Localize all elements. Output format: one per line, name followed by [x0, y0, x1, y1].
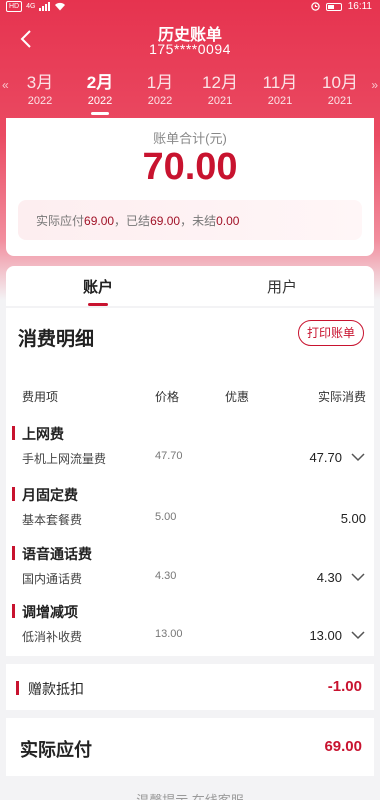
fee-actual: 13.00: [309, 628, 342, 643]
network-gen: 4G: [26, 3, 36, 10]
payable-label: 实际应付: [20, 740, 92, 760]
footer-links[interactable]: 温馨提示 在线客服: [0, 790, 380, 800]
details-title: 消费明细: [18, 329, 95, 350]
bill-summary-card: 账单合计(元) 70.00 实际应付69.00，已结69.00，未结0.00: [6, 118, 374, 256]
fee-item: 基本套餐费: [22, 513, 83, 527]
total-amount: 70.00: [142, 146, 238, 188]
fee-price: 13.00: [155, 628, 183, 640]
month-tab-active[interactable]: 2月 2022: [70, 68, 130, 115]
month-tab[interactable]: 3月 2022: [10, 68, 70, 107]
header: 历史账单 175****0094: [0, 18, 380, 62]
tab-indicator: [88, 303, 108, 306]
column-header-price: 价格: [155, 390, 180, 404]
fee-actual: 5.00: [340, 511, 366, 526]
total-label: 账单合计(元): [153, 131, 227, 146]
column-header-actual: 实际消费: [317, 390, 366, 404]
group-name: 月固定费: [22, 487, 78, 503]
group-name: 语音通话费: [22, 546, 92, 562]
tab-account[interactable]: 账户: [6, 276, 190, 297]
gift-deduction-row: 赠款抵扣 -1.00: [6, 664, 374, 710]
chevron-down-icon[interactable]: [350, 450, 366, 464]
fee-group: 调增减项 低消补收费 13.00 13.00: [6, 598, 374, 656]
battery-icon: [325, 2, 342, 11]
month-tab[interactable]: 1月 2022: [130, 68, 190, 107]
scroll-right-icon[interactable]: »: [371, 78, 378, 92]
month-tab[interactable]: 11月 2021: [250, 68, 310, 107]
month-selector: « 3月 2022 2月 2022 1月 2022 12月 2021 11月 2021 1…: [0, 66, 380, 115]
payable-amount: 69.00: [324, 738, 362, 755]
settled-value: 69.00: [150, 214, 181, 228]
chevron-down-icon[interactable]: [350, 628, 366, 642]
group-marker: [16, 681, 19, 695]
account-user-tabs: 账户 用户: [6, 266, 374, 306]
payable-value: 69.00: [84, 214, 115, 228]
gift-value: -1.00: [327, 678, 362, 695]
group-marker: [12, 426, 15, 440]
fee-group: 上网费 手机上网流量费 47.70 47.70: [6, 420, 374, 478]
print-bill-button[interactable]: 打印账单: [297, 320, 364, 346]
group-name: 上网费: [22, 426, 64, 442]
consumption-details-card: 消费明细 打印账单 费用项 价格 优惠 实际消费 上网费 手机上网流量费 47.…: [6, 308, 374, 656]
wifi-icon: [55, 2, 66, 11]
column-header-item: 费用项: [22, 390, 59, 404]
column-header-discount: 优惠: [225, 390, 250, 404]
signal-icon: [39, 2, 51, 11]
status-bar: HD 4G 16:11: [0, 0, 380, 14]
group-marker: [12, 487, 15, 501]
chevron-down-icon[interactable]: [350, 570, 366, 584]
month-tab[interactable]: 10月 2021: [310, 68, 370, 107]
fee-item: 手机上网流量费: [22, 452, 107, 466]
actual-payable-row: 实际应付 69.00: [6, 718, 374, 776]
scroll-left-icon[interactable]: «: [2, 78, 9, 92]
alarm-icon: [310, 2, 320, 11]
group-marker: [12, 546, 15, 560]
fee-group: 语音通话费 国内通话费 4.30 4.30: [6, 540, 374, 598]
payment-breakdown: 实际应付69.00，已结69.00，未结0.00: [18, 200, 362, 240]
tab-user[interactable]: 用户: [190, 276, 374, 297]
fee-price: 5.00: [155, 511, 177, 523]
fee-item: 国内通话费: [22, 572, 83, 586]
gift-label: 赠款抵扣: [28, 681, 84, 697]
group-name: 调增减项: [22, 604, 78, 620]
group-marker: [12, 604, 15, 618]
month-tab[interactable]: 12月 2021: [190, 68, 250, 107]
fee-actual: 47.70: [309, 450, 342, 465]
fee-group: 月固定费 基本套餐费 5.00 5.00: [6, 481, 374, 539]
fee-price: 47.70: [155, 450, 183, 462]
fee-actual: 4.30: [316, 570, 342, 585]
phone-number: 175****0094: [149, 41, 231, 57]
fee-item: 低消补收费: [22, 630, 83, 644]
unsettled-value: 0.00: [216, 214, 240, 228]
fee-price: 4.30: [155, 570, 177, 582]
network-type-badge: HD: [6, 1, 23, 12]
status-time: 16:11: [347, 1, 372, 12]
